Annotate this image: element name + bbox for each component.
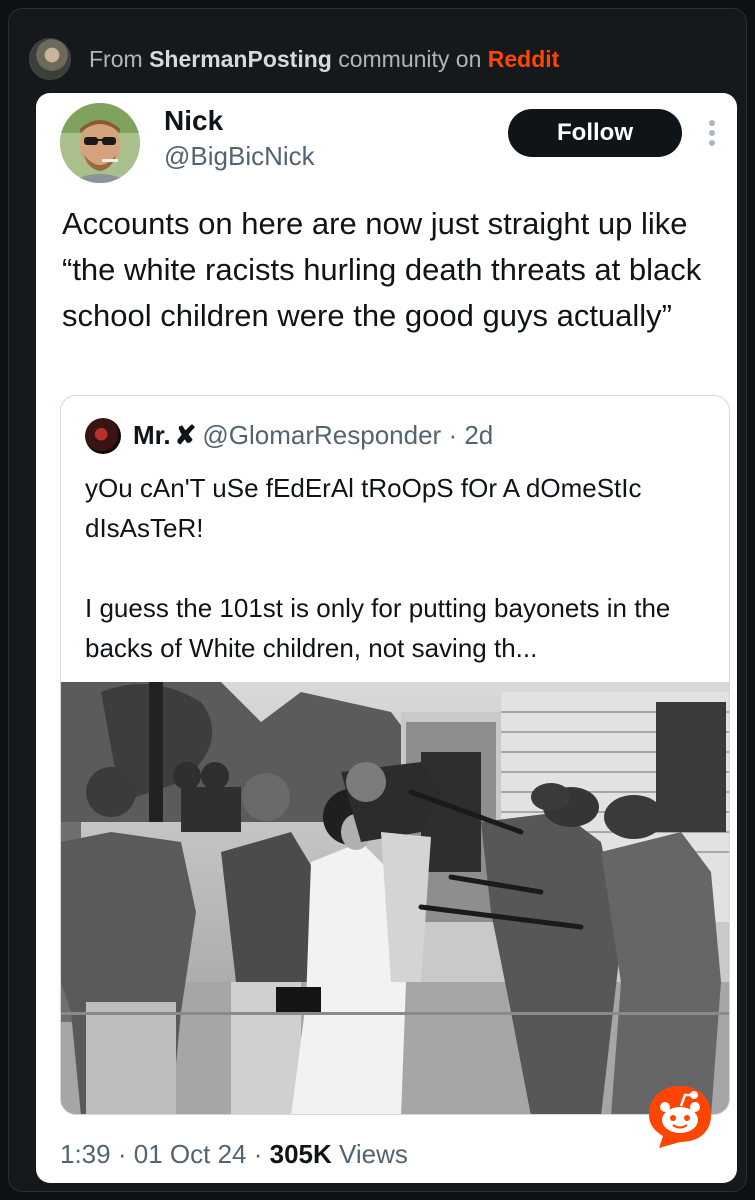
source-bar: From ShermanPosting community on Reddit	[29, 35, 559, 83]
reddit-post-container: From ShermanPosting community on Reddit …	[8, 8, 747, 1192]
community-avatar[interactable]	[29, 38, 71, 80]
x-mark-icon: ✘	[174, 420, 197, 450]
meta-separator: ·	[253, 1139, 263, 1169]
community-link[interactable]: ShermanPosting	[149, 46, 332, 72]
quoted-tweet-age: · 2d	[448, 420, 494, 450]
tweet-meta: 1:39 · 01 Oct 24 · 305K Views	[60, 1139, 408, 1170]
meta-separator: ·	[117, 1139, 127, 1169]
reddit-link[interactable]: Reddit	[488, 46, 560, 72]
author-name[interactable]: Nick	[164, 105, 223, 137]
author-handle[interactable]: @BigBicNick	[164, 141, 315, 172]
views-label: Views	[339, 1139, 408, 1169]
views-count: 305K	[269, 1139, 332, 1169]
author-avatar[interactable]	[60, 103, 140, 183]
quoted-tweet-text: yOu cAn'T uSe fEdErAl tRoOpS fOr A dOmeS…	[85, 473, 671, 663]
follow-button[interactable]: Follow	[508, 109, 682, 157]
tweet-card: Nick @BigBicNick Follow Accounts on here…	[36, 93, 737, 1183]
more-vertical-icon[interactable]	[708, 119, 716, 152]
quoted-tweet-header: Mr. ✘ @GlomarResponder · 2d	[133, 420, 493, 451]
source-prefix: From	[89, 45, 143, 72]
tweet-date[interactable]: 01 Oct 24	[134, 1139, 247, 1169]
source-line: From ShermanPosting community on Reddit	[89, 46, 559, 73]
quoted-author-avatar[interactable]	[85, 418, 121, 454]
quoted-tweet-photo[interactable]	[61, 682, 729, 1114]
quoted-author-name[interactable]: Mr.	[133, 420, 171, 450]
tweet-text: Accounts on here are now just straight u…	[62, 206, 702, 333]
source-middle: community on	[338, 45, 482, 72]
reddit-snoo-icon	[645, 1082, 715, 1152]
quoted-author-handle[interactable]: @GlomarResponder	[202, 420, 441, 450]
quoted-tweet[interactable]: Mr. ✘ @GlomarResponder · 2d yOu cAn'T uSe …	[60, 395, 730, 1115]
tweet-time[interactable]: 1:39	[60, 1139, 111, 1169]
